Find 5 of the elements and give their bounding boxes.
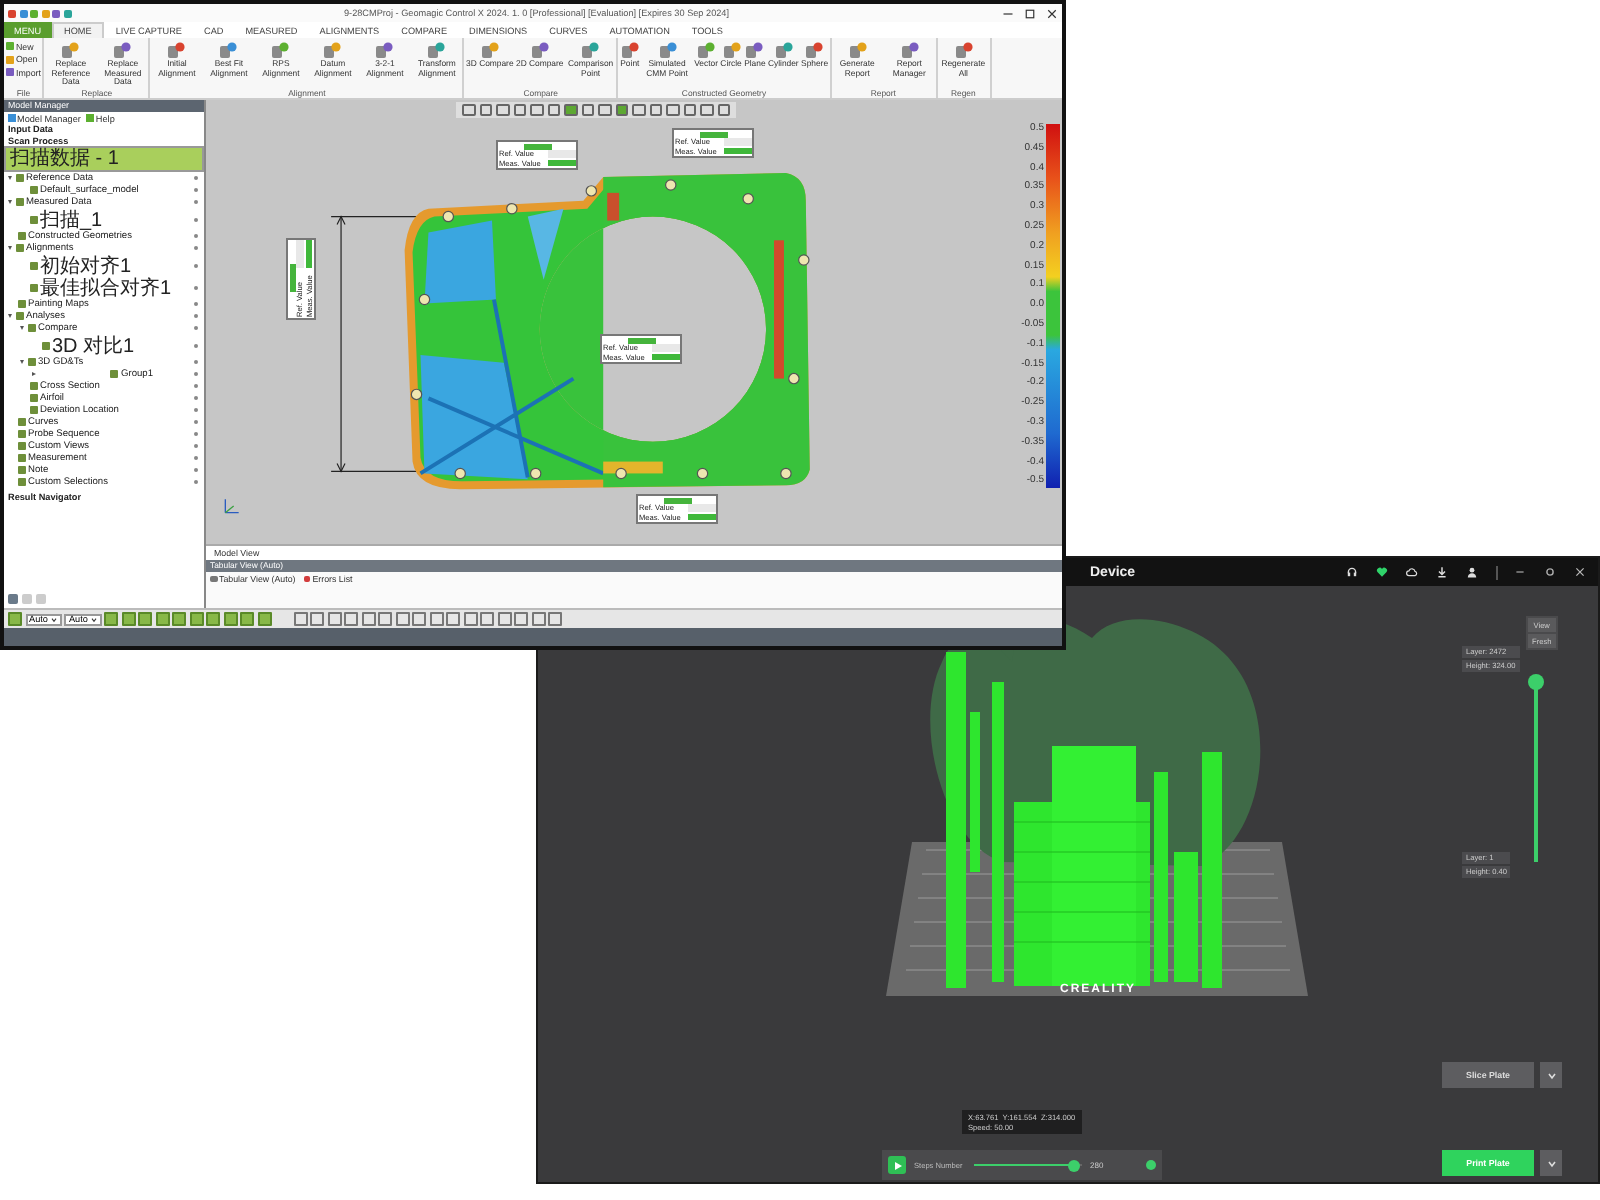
tree-item[interactable]: 3D 对比1 xyxy=(52,331,191,359)
process-step-item[interactable]: 扫描数据 - 1 xyxy=(4,146,204,172)
tree-item[interactable]: 最佳拟合对齐1 xyxy=(40,273,191,301)
tree-item[interactable]: 初始对齐1 xyxy=(40,251,191,279)
tree-item[interactable]: 扫描_1 xyxy=(40,205,191,233)
